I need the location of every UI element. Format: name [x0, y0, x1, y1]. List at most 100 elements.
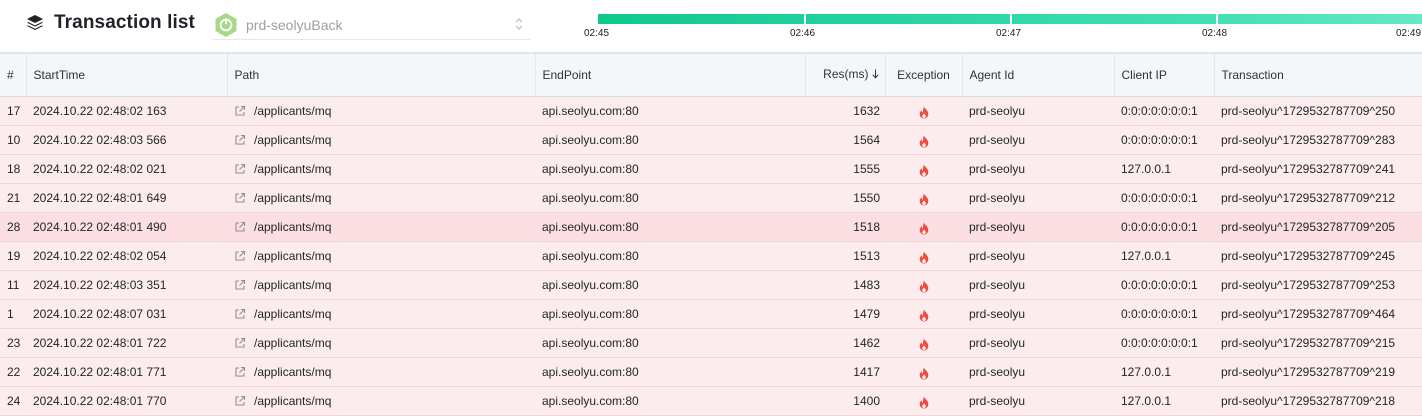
row-transaction: prd-seolyu^1729532787709^241 — [1221, 161, 1396, 176]
table-row[interactable]: 22 2024.10.22 02:48:01 771/applicants/mq a… — [0, 357, 1422, 386]
row-start-time: 2024.10.22 02:48:01 770 — [33, 393, 167, 408]
row-exception — [885, 96, 962, 125]
table-row[interactable]: 11 2024.10.22 02:48:03 351/applicants/mq a… — [0, 270, 1422, 299]
row-client-ip: 0:0:0:0:0:0:0:1 — [1121, 306, 1198, 321]
row-index: 10 — [7, 132, 21, 147]
row-path-cell[interactable]: /applicants/mq — [227, 125, 535, 154]
row-start-time: 2024.10.22 02:48:01 771 — [33, 364, 167, 379]
timeline-segment[interactable] — [598, 14, 804, 24]
external-link-icon[interactable] — [234, 308, 246, 320]
external-link-icon[interactable] — [234, 250, 246, 262]
timeline-segment[interactable] — [806, 14, 1010, 24]
row-path: /applicants/mq — [254, 219, 332, 234]
row-endpoint: api.seolyu.com:80 — [542, 277, 639, 292]
timeline-segment[interactable] — [1218, 14, 1422, 24]
row-index: 24 — [7, 393, 21, 408]
row-transaction: prd-seolyu^1729532787709^205 — [1221, 219, 1396, 234]
row-index: 19 — [7, 248, 21, 263]
row-client-ip: 0:0:0:0:0:0:0:1 — [1121, 335, 1198, 350]
application-selector[interactable]: prd-seolyuBack — [212, 10, 530, 40]
external-link-icon[interactable] — [234, 366, 246, 378]
table-row[interactable]: 10 2024.10.22 02:48:03 566/applicants/mq a… — [0, 125, 1422, 154]
row-transaction: prd-seolyu^1729532787709^212 — [1221, 190, 1396, 205]
row-endpoint: api.seolyu.com:80 — [542, 103, 639, 118]
external-link-icon[interactable] — [234, 279, 246, 291]
row-start-time: 2024.10.22 02:48:02 163 — [33, 103, 167, 118]
row-agent-id: prd-seolyu — [969, 393, 1026, 408]
row-path-cell[interactable]: /applicants/mq — [227, 96, 535, 125]
table-row[interactable]: 1 2024.10.22 02:48:07 031/applicants/mq ap… — [0, 299, 1422, 328]
arrow-down-icon — [871, 68, 879, 82]
row-start-time: 2024.10.22 02:48:01 722 — [33, 335, 167, 350]
external-link-icon[interactable] — [234, 221, 246, 233]
row-agent-id: prd-seolyu — [969, 132, 1026, 147]
row-path-cell[interactable]: /applicants/mq — [227, 328, 535, 357]
row-path: /applicants/mq — [254, 306, 332, 321]
external-link-icon[interactable] — [234, 337, 246, 349]
column-header-transaction[interactable]: Transaction — [1214, 54, 1422, 97]
table-row[interactable]: 21 2024.10.22 02:48:01 649/applicants/mq a… — [0, 183, 1422, 212]
row-client-ip: 127.0.0.1 — [1121, 161, 1172, 176]
row-path-cell[interactable]: /applicants/mq — [227, 212, 535, 241]
table-row[interactable]: 28 2024.10.22 02:48:01 490/applicants/mq a… — [0, 212, 1422, 241]
column-header-res-ms[interactable]: Res(ms) — [805, 54, 886, 97]
timeline-segment[interactable] — [1012, 14, 1216, 24]
row-agent-id: prd-seolyu — [969, 364, 1026, 379]
row-exception — [885, 125, 962, 154]
row-index: 28 — [7, 219, 21, 234]
column-header-exception[interactable]: Exception — [885, 54, 963, 97]
fire-icon — [919, 193, 929, 206]
row-index: 11 — [7, 277, 20, 292]
fire-icon — [919, 367, 929, 380]
row-path-cell[interactable]: /applicants/mq — [227, 270, 535, 299]
table-header-row: # StartTime Path EndPoint Res(ms) Except… — [0, 54, 1422, 97]
timeline-range-bar[interactable]: 02:45 02:46 02:47 02:48 02:49 — [584, 14, 1422, 48]
row-path-cell[interactable]: /applicants/mq — [227, 154, 535, 183]
column-header-starttime[interactable]: StartTime — [26, 54, 228, 97]
table-row[interactable]: 23 2024.10.22 02:48:01 722/applicants/mq a… — [0, 328, 1422, 357]
row-agent-id: prd-seolyu — [969, 190, 1026, 205]
table-row[interactable]: 24 2024.10.22 02:48:01 770/applicants/mq a… — [0, 386, 1422, 415]
table-row[interactable]: 17 2024.10.22 02:48:02 163/applicants/mq a… — [0, 96, 1422, 125]
spring-boot-icon — [214, 12, 238, 38]
timeline-tick-label: 02:45 — [584, 28, 610, 39]
row-endpoint: api.seolyu.com:80 — [542, 161, 639, 176]
column-header-agent-id[interactable]: Agent Id — [962, 54, 1115, 97]
row-agent-id: prd-seolyu — [969, 161, 1026, 176]
fire-icon — [919, 396, 929, 409]
row-path: /applicants/mq — [254, 277, 332, 292]
column-header-index[interactable]: # — [0, 54, 27, 97]
external-link-icon[interactable] — [234, 105, 246, 117]
fire-icon — [919, 280, 929, 293]
column-header-endpoint[interactable]: EndPoint — [535, 54, 806, 97]
row-agent-id: prd-seolyu — [969, 277, 1026, 292]
external-link-icon[interactable] — [234, 395, 246, 407]
column-header-path[interactable]: Path — [227, 54, 536, 97]
row-path-cell[interactable]: /applicants/mq — [227, 183, 535, 212]
fire-icon — [919, 309, 929, 322]
timeline-tick-label: 02:48 — [1202, 28, 1228, 39]
row-path-cell[interactable]: /applicants/mq — [227, 357, 535, 386]
row-transaction: prd-seolyu^1729532787709^245 — [1221, 248, 1396, 263]
row-client-ip: 0:0:0:0:0:0:0:1 — [1121, 219, 1198, 234]
row-path-cell[interactable]: /applicants/mq — [227, 241, 535, 270]
row-client-ip: 127.0.0.1 — [1121, 364, 1172, 379]
row-exception — [885, 183, 962, 212]
row-transaction: prd-seolyu^1729532787709^219 — [1221, 364, 1396, 379]
table-row[interactable]: 18 2024.10.22 02:48:02 021/applicants/mq a… — [0, 154, 1422, 183]
row-endpoint: api.seolyu.com:80 — [542, 219, 639, 234]
row-path-cell[interactable]: /applicants/mq — [227, 386, 535, 415]
row-agent-id: prd-seolyu — [969, 306, 1026, 321]
row-path: /applicants/mq — [254, 190, 332, 205]
row-client-ip: 0:0:0:0:0:0:0:1 — [1121, 190, 1198, 205]
external-link-icon[interactable] — [234, 163, 246, 175]
row-response-time: 1483 — [853, 277, 880, 292]
column-header-client-ip[interactable]: Client IP — [1114, 54, 1215, 97]
table-row[interactable]: 19 2024.10.22 02:48:02 054/applicants/mq a… — [0, 241, 1422, 270]
external-link-icon[interactable] — [234, 192, 246, 204]
external-link-icon[interactable] — [234, 134, 246, 146]
row-path-cell[interactable]: /applicants/mq — [227, 299, 535, 328]
row-agent-id: prd-seolyu — [969, 248, 1026, 263]
column-header-res-ms-label: Res(ms) — [823, 67, 869, 82]
fire-icon — [919, 106, 929, 119]
